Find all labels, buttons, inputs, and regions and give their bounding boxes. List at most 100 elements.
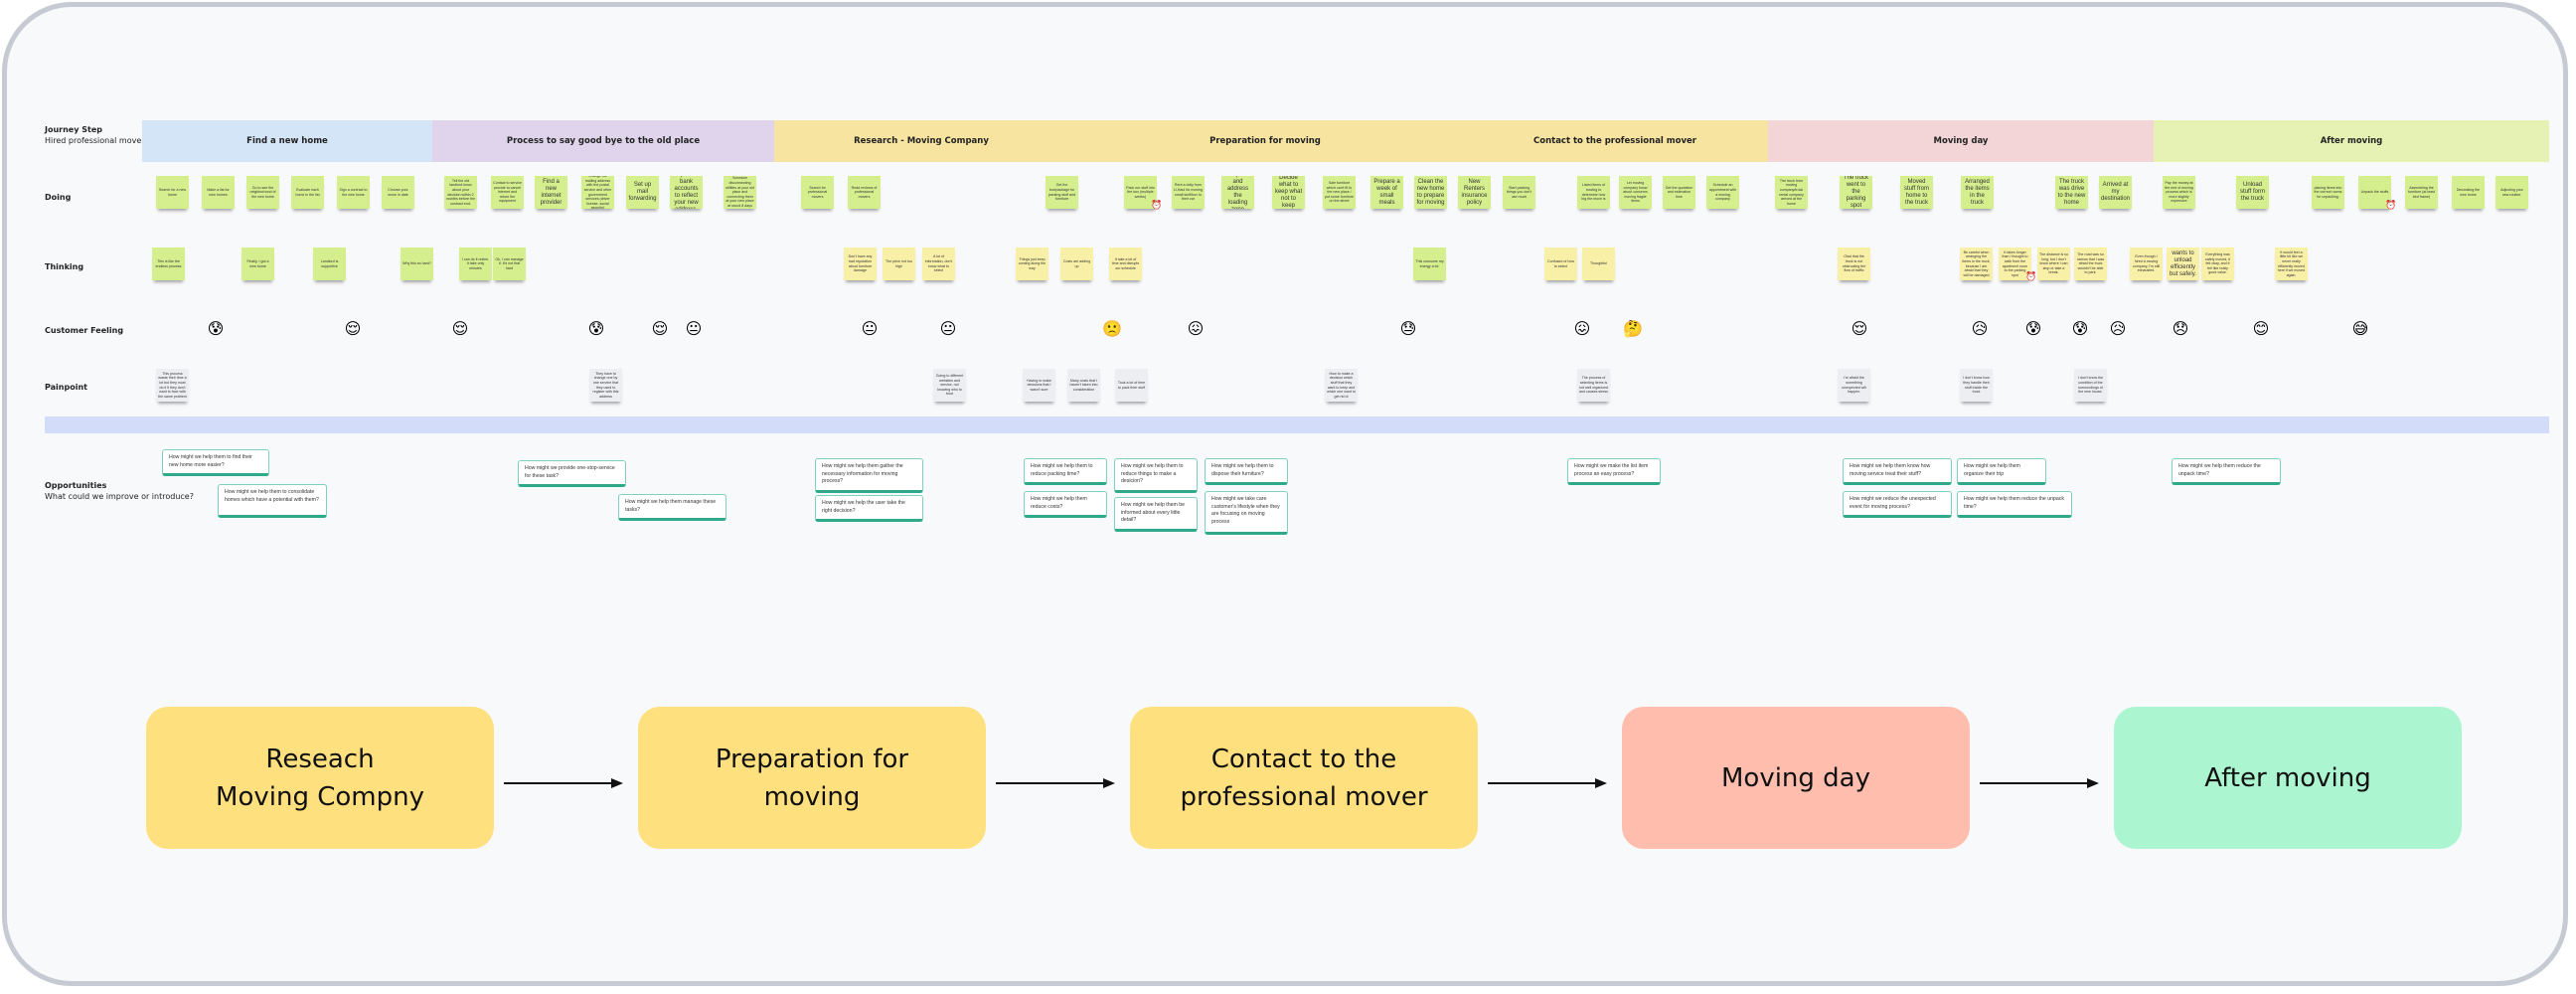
doing-sticky-note[interactable]: Read reviews of professional movers [848,176,881,209]
painpoint-sticky-note[interactable]: I don't know how they handle their stuff… [1960,369,1993,402]
painpoint-sticky-note[interactable]: How to make a decision which stuff that … [1325,369,1358,402]
opportunity-card[interactable]: How might we help them be informed about… [1114,497,1198,532]
thinking-sticky-note[interactable]: A lot of information, don't know what to… [922,248,955,280]
thinking-sticky-note[interactable]: Be careful when arranging the items in t… [1960,248,1993,280]
doing-sticky-note[interactable]: Get the quotation and estimation time [1663,176,1695,209]
journey-stage-2[interactable]: Process to say good bye to the old place [432,120,774,162]
opportunity-card[interactable]: How might we provide one-stop-service fo… [518,460,626,487]
doing-sticky-note[interactable]: The truck went to the parking spot [1840,176,1872,209]
thinking-sticky-note[interactable]: Everything was safely moved, it felt oka… [2201,248,2234,280]
thinking-sticky-note[interactable]: It would feel a little bit like we never… [2275,248,2308,280]
thinking-sticky-note[interactable]: Glad that the truck is not obstructing t… [1838,248,1870,280]
thinking-sticky-note[interactable]: wants to unload efficiently but safely. [2167,248,2199,280]
painpoint-sticky-note[interactable]: I don't know the condition of the surrou… [2074,369,2107,402]
doing-sticky-note[interactable]: Make a list for new homes [202,176,235,209]
doing-sticky-note[interactable]: Get the box/package for packing stuff an… [1046,176,1078,209]
flow-step-4[interactable]: Moving day [1622,707,1970,849]
doing-sticky-note[interactable]: Set up mail forwarding [626,176,659,209]
doing-sticky-note[interactable]: Let moving company know about concerns m… [1619,176,1652,209]
painpoint-sticky-note[interactable]: The process of selecting items is not we… [1577,369,1610,402]
doing-sticky-note[interactable]: Contact to service provide to cancel int… [491,176,524,209]
thinking-sticky-note[interactable]: Why this so hard? [401,248,433,280]
opportunity-card[interactable]: How might we help them manage these task… [618,494,726,521]
doing-sticky-note[interactable]: Schedule an appointment with a moving co… [1706,176,1739,209]
painpoint-sticky-note[interactable]: Took a lot of time to pack their stuff [1115,369,1148,402]
painpoint-sticky-note[interactable]: They have to change one by one service t… [589,369,622,402]
thinking-sticky-note[interactable]: Confused of how to select [1544,248,1577,280]
doing-sticky-note[interactable]: Arranged the items in the truck [1961,176,1994,209]
painpoint-sticky-note[interactable]: I'm afraid the something unexpected will… [1838,369,1870,402]
doing-sticky-note[interactable]: Decorating the new home [2452,176,2485,209]
doing-sticky-note[interactable]: The truck was drive to the new home [2055,176,2088,209]
thinking-sticky-note[interactable]: Things just keep coming along the way [1016,248,1048,280]
journey-stage-5[interactable]: Contact to the professional mover [1462,120,1768,162]
doing-sticky-note[interactable]: Sale furniture which can't fit to the ne… [1323,176,1356,209]
opportunity-card[interactable]: How might we help them to find their new… [162,449,269,476]
thinking-sticky-note[interactable]: The distance is so long, but I don't kno… [2037,248,2070,280]
painpoint-sticky-note[interactable]: Going to different websites and service,… [933,369,966,402]
opportunity-card[interactable]: How might we take care customer's lifest… [1205,491,1288,535]
doing-sticky-note[interactable]: Assembling the furniture (at least bed f… [2405,176,2438,209]
doing-sticky-note[interactable]: Listed items of moving to determine how … [1577,176,1610,209]
painpoint-sticky-note[interactable]: Many costs that I haven't taken into con… [1067,369,1100,402]
flow-step-2[interactable]: Preparation for moving [638,707,986,849]
doing-sticky-note[interactable]: Evaluate each home in the list [291,176,324,209]
opportunity-card[interactable]: How might we help them to dispose their … [1205,458,1288,485]
journey-stage-6[interactable]: Moving day [1768,120,2154,162]
doing-sticky-note[interactable]: Change the mailing address with the post… [581,176,614,209]
opportunity-card[interactable]: How might we make the list item process … [1567,458,1661,485]
doing-sticky-note[interactable]: Go to see the neighborhood of the new ho… [246,176,279,209]
flow-step-1[interactable]: Reseach Moving Compny [146,707,494,849]
thinking-sticky-note[interactable]: Costs are adding up [1060,248,1093,280]
opportunity-card[interactable]: How might we help them reduce costs? [1024,491,1107,518]
thinking-sticky-note[interactable]: Thoughtful [1582,248,1615,280]
doing-sticky-note[interactable]: Arrived at my destination [2099,176,2132,209]
doing-sticky-note[interactable]: Sign a contract to the new home [337,176,370,209]
thinking-sticky-note[interactable]: The price not too high [883,248,915,280]
doing-sticky-note[interactable]: Schedule disconnecting utilities at your… [724,176,756,209]
opportunity-card[interactable]: How might we help them organize their tr… [1957,458,2046,485]
thinking-sticky-note[interactable]: Even though I hired a moving company, I'… [2130,248,2163,280]
journey-stage-7[interactable]: After moving [2154,120,2549,162]
opportunity-card[interactable]: How might we help them to reduce packing… [1024,458,1107,485]
thinking-sticky-note[interactable]: Landlord is supportive [313,248,346,280]
opportunity-card[interactable]: How might we help them reduce the unpack… [1957,491,2072,518]
doing-sticky-note[interactable]: Search for professional movers [801,176,834,209]
opportunity-card[interactable]: How might we help them to reduce things … [1114,458,1198,493]
journey-stage-3[interactable]: Research - Moving Company [774,120,1068,162]
thinking-sticky-note[interactable]: Don't have any bad reputation about furn… [844,248,877,280]
flow-step-5[interactable]: After moving [2114,707,2462,849]
opportunity-card[interactable]: How might we help them to consolidate ho… [218,484,327,518]
doing-sticky-note[interactable]: New Renters insurance policy [1458,176,1491,209]
doing-sticky-note[interactable]: Tell the old landlord know about your de… [444,176,477,209]
painpoint-sticky-note[interactable]: Having to make decisions that I wasn't s… [1023,369,1055,402]
doing-sticky-note[interactable]: Adjusting your new routine. [2496,176,2528,209]
painpoint-sticky-note[interactable]: This process waste their time a lot but … [156,369,189,402]
flow-step-3[interactable]: Contact to the professional mover [1130,707,1478,849]
thinking-sticky-note[interactable]: Ok, I can manage it. It's not that hard [493,248,526,280]
doing-sticky-note[interactable]: The truck from moving company/truck rent… [1775,176,1808,209]
thinking-sticky-note[interactable]: It take a lot of time and disrupts our s… [1109,248,1142,280]
doing-sticky-note[interactable]: Clean the new home to prepare for moving [1414,176,1447,209]
doing-sticky-note[interactable]: Start packing things you don't use much [1503,176,1535,209]
doing-sticky-note[interactable]: Search for a new home [156,176,189,209]
journey-stage-4[interactable]: Preparation for moving [1068,120,1462,162]
opportunity-card[interactable]: How might we help them reduce the unpack… [2172,458,2281,485]
thinking-sticky-note[interactable]: Finally, I got a new home [242,248,274,280]
doing-sticky-note[interactable]: Decide what to keep what not to keep [1272,176,1305,209]
doing-sticky-note[interactable]: Pay the money at the end of moving proce… [2163,176,2195,209]
doing-sticky-note[interactable]: Choose your move in date [382,176,414,209]
doing-sticky-note[interactable]: Moved stuff from home to the truck [1900,176,1933,209]
opportunity-card[interactable]: How might we help them know how moving s… [1843,458,1952,485]
doing-sticky-note[interactable]: Rent a dolly from U-Haul for moving smal… [1172,176,1205,209]
opportunity-card[interactable]: How might we reduce the unexpected event… [1843,491,1952,518]
thinking-sticky-note[interactable]: I can do it online. It take only minutes [459,248,492,280]
opportunity-card[interactable]: How might we help the user take the righ… [815,495,923,522]
doing-sticky-note[interactable]: Prepare and address the loading zone [1221,176,1254,209]
doing-sticky-note[interactable]: Update bank accounts to reflect your new… [670,176,703,209]
thinking-sticky-note[interactable]: This is like the endless process [152,248,185,280]
thinking-sticky-note[interactable]: The road was so narrow that I was afraid… [2074,248,2107,280]
doing-sticky-note[interactable]: Find a new internet provider [535,176,567,209]
thinking-sticky-note[interactable]: This consume my energy a lot. [1413,248,1446,280]
doing-sticky-note[interactable]: Prepare a week of small meals [1370,176,1403,209]
